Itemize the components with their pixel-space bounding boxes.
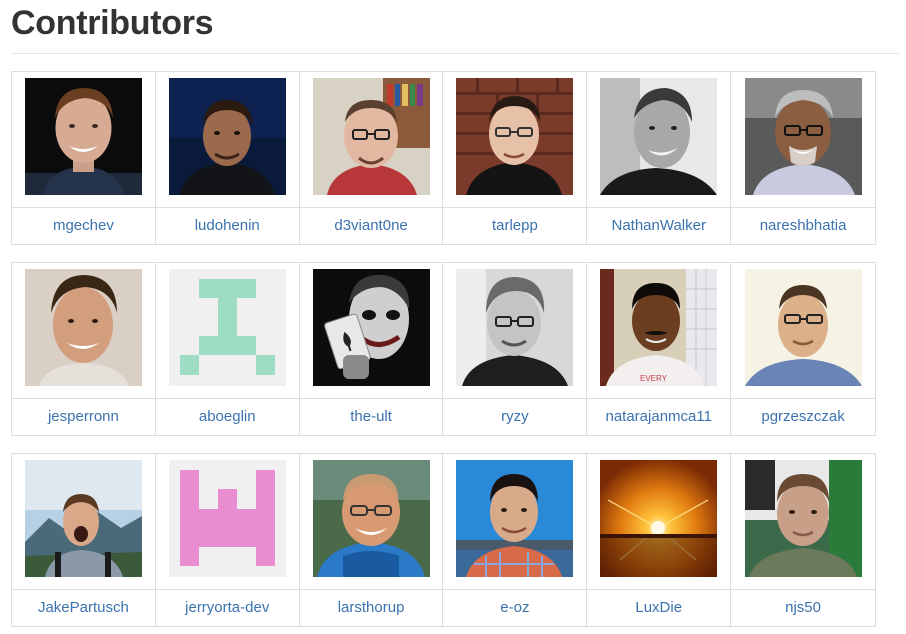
- avatar[interactable]: [456, 269, 574, 386]
- contributor-card-mgechev[interactable]: mgechev: [12, 72, 156, 245]
- avatar[interactable]: [312, 78, 430, 195]
- contributor-card-njs50[interactable]: njs50: [731, 454, 876, 627]
- contributor-name[interactable]: pgrzeszczak: [731, 399, 875, 435]
- contributor-name[interactable]: nareshbhatia: [731, 208, 875, 244]
- contributor-name[interactable]: JakePartusch: [12, 590, 155, 626]
- avatar[interactable]: [168, 269, 286, 386]
- contributor-card-LuxDie[interactable]: LuxDie: [587, 454, 732, 627]
- contributor-name[interactable]: larsthorup: [300, 590, 443, 626]
- contributor-name[interactable]: jerryorta-dev: [156, 590, 299, 626]
- contributor-card-d3viant0ne[interactable]: d3viant0ne: [299, 72, 444, 245]
- contributor-name[interactable]: the-ult: [300, 399, 443, 435]
- contributor-card-NathanWalker[interactable]: NathanWalker: [587, 72, 732, 245]
- contributor-name[interactable]: njs50: [731, 590, 875, 626]
- contributor-name[interactable]: ludohenin: [156, 208, 299, 244]
- contributor-name[interactable]: mgechev: [12, 208, 155, 244]
- contributor-name[interactable]: tarlepp: [443, 208, 586, 244]
- avatar[interactable]: [456, 460, 574, 577]
- contributor-name[interactable]: NathanWalker: [587, 208, 730, 244]
- contributors-row-2: jesperronn aboeglin the-ult ryzy EVERY n…: [11, 262, 876, 436]
- contributor-card-JakePartusch[interactable]: JakePartusch: [12, 454, 156, 627]
- contributor-card-jesperronn[interactable]: jesperronn: [12, 263, 156, 436]
- contributor-name[interactable]: aboeglin: [156, 399, 299, 435]
- avatar[interactable]: EVERY: [600, 269, 718, 386]
- avatar[interactable]: [744, 269, 862, 386]
- avatar[interactable]: [312, 460, 430, 577]
- contributor-name[interactable]: LuxDie: [587, 590, 730, 626]
- contributor-card-natarajanmca11[interactable]: EVERY natarajanmca11: [587, 263, 732, 436]
- title-divider: [11, 53, 899, 54]
- contributor-card-ludohenin[interactable]: ludohenin: [155, 72, 300, 245]
- avatar[interactable]: [456, 78, 574, 195]
- contributor-name[interactable]: ryzy: [443, 399, 586, 435]
- contributor-name[interactable]: jesperronn: [12, 399, 155, 435]
- contributor-card-aboeglin[interactable]: aboeglin: [155, 263, 300, 436]
- avatar[interactable]: [744, 78, 862, 195]
- avatar[interactable]: [24, 78, 142, 195]
- contributors-row-1: mgechev ludohenin d3viant0ne tarlepp Nat…: [11, 71, 876, 245]
- page-title: Contributors: [11, 4, 214, 42]
- contributor-card-pgrzeszczak[interactable]: pgrzeszczak: [731, 263, 876, 436]
- contributor-card-nareshbhatia[interactable]: nareshbhatia: [731, 72, 876, 245]
- svg-text:EVERY: EVERY: [640, 374, 668, 383]
- avatar[interactable]: [168, 78, 286, 195]
- avatar[interactable]: [600, 78, 718, 195]
- avatar[interactable]: [24, 269, 142, 386]
- avatar[interactable]: [168, 460, 286, 577]
- contributor-card-jerryorta-dev[interactable]: jerryorta-dev: [155, 454, 300, 627]
- contributor-card-ryzy[interactable]: ryzy: [443, 263, 588, 436]
- contributors-row-3: JakePartusch jerryorta-dev larsthorup e-…: [11, 453, 876, 627]
- contributor-card-tarlepp[interactable]: tarlepp: [443, 72, 588, 245]
- contributor-card-e-oz[interactable]: e-oz: [443, 454, 588, 627]
- avatar[interactable]: [312, 269, 430, 386]
- contributor-card-the-ult[interactable]: the-ult: [299, 263, 444, 436]
- avatar[interactable]: [24, 460, 142, 577]
- contributor-name[interactable]: d3viant0ne: [300, 208, 443, 244]
- contributor-name[interactable]: e-oz: [443, 590, 586, 626]
- avatar[interactable]: [600, 460, 718, 577]
- contributor-card-larsthorup[interactable]: larsthorup: [299, 454, 444, 627]
- contributor-name[interactable]: natarajanmca11: [587, 399, 730, 435]
- avatar[interactable]: [744, 460, 862, 577]
